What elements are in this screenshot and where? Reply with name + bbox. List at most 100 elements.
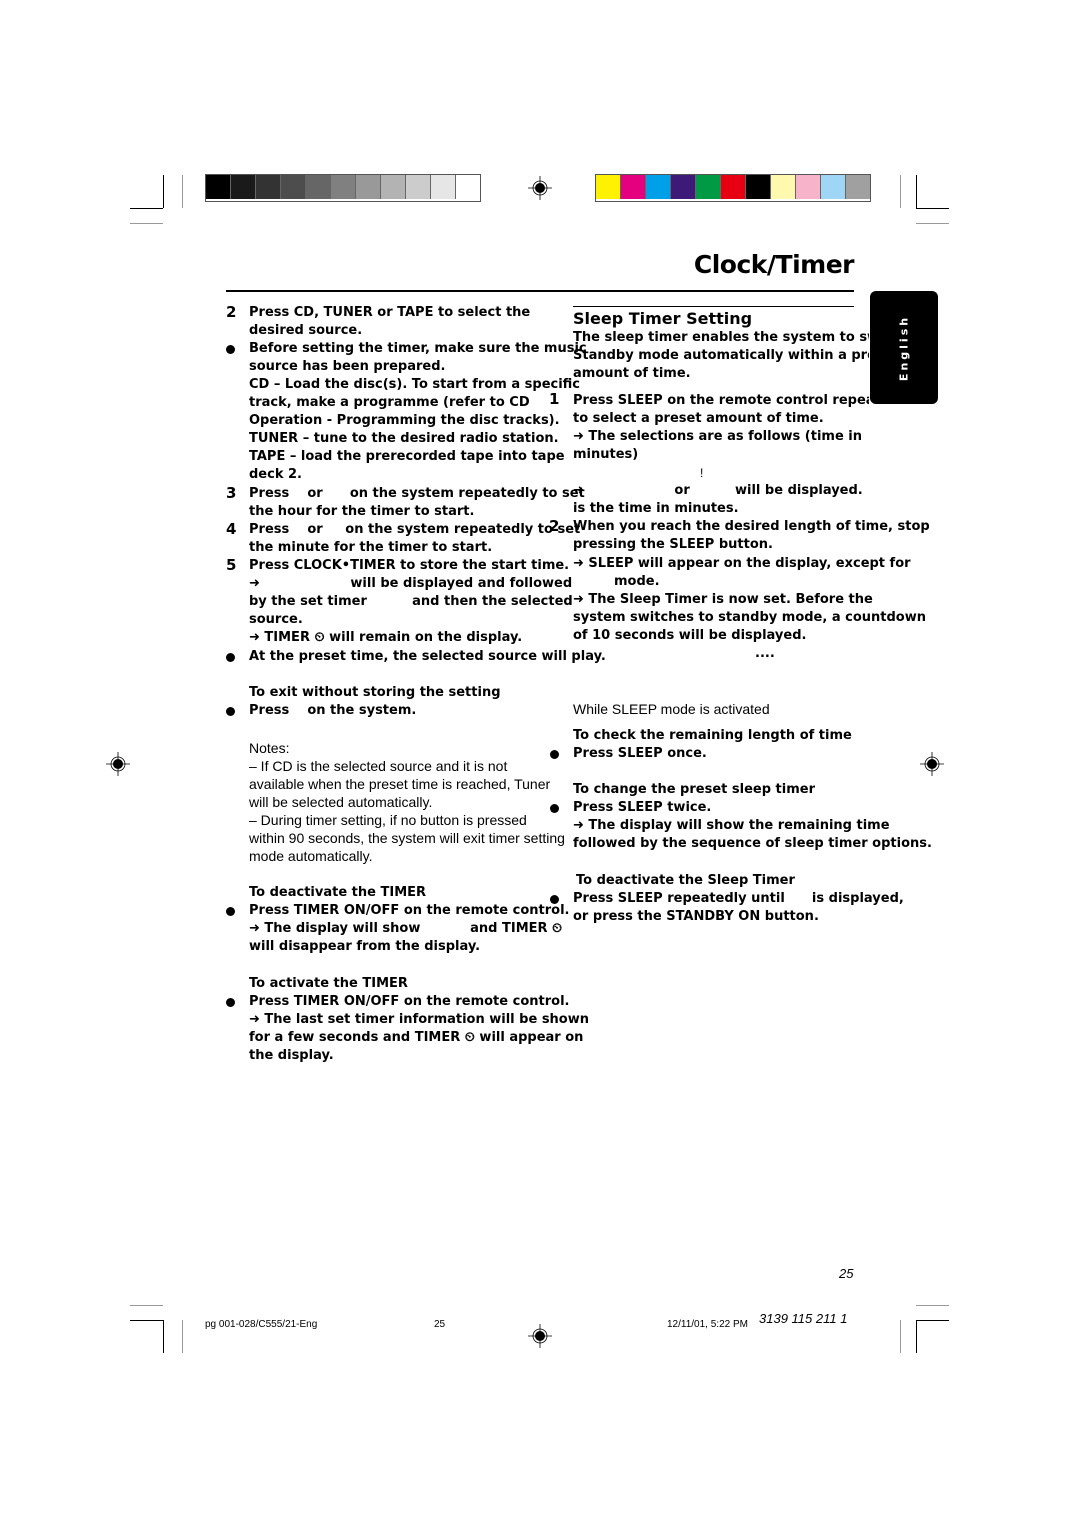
paragraph-line: followed by the sequence of sleep timer … xyxy=(573,836,932,851)
notes-heading: Notes: xyxy=(249,740,290,756)
calibration-swatch xyxy=(646,175,671,199)
note-line: – During timer setting, if no button is … xyxy=(249,812,527,828)
step-number: 1 xyxy=(549,390,560,408)
bullet xyxy=(226,907,235,916)
step-text: ! xyxy=(700,466,704,480)
step-number: 2 xyxy=(549,517,560,535)
calibration-swatch xyxy=(821,175,846,199)
calibration-swatch xyxy=(381,175,406,199)
paragraph-line: TAPE – load the prerecorded tape into ta… xyxy=(249,449,565,464)
subheading: To activate the TIMER xyxy=(249,976,408,991)
registration-mark-icon xyxy=(106,752,130,776)
paragraph-line: At the preset time, the selected source … xyxy=(249,649,606,664)
crop-mark xyxy=(130,223,163,224)
note-line: within 90 seconds, the system will exit … xyxy=(249,830,565,846)
step-text: ➜ SLEEP will appear on the display, exce… xyxy=(573,556,911,571)
step-text: source. xyxy=(249,612,303,627)
crop-mark xyxy=(130,1305,163,1306)
subheading: To check the remaining length of time xyxy=(573,728,852,743)
paragraph-line: or press the STANDBY ON button. xyxy=(573,909,819,924)
note-line: mode automatically. xyxy=(249,848,373,864)
bullet xyxy=(550,895,559,904)
footer-page: 25 xyxy=(434,1319,446,1330)
paragraph-line: track, make a programme (refer to CD xyxy=(249,395,530,410)
crop-mark xyxy=(916,1320,949,1321)
paragraph-line: amount of time. xyxy=(573,366,691,381)
step-number: 3 xyxy=(226,484,237,502)
calibration-swatch xyxy=(671,175,696,199)
paragraph-line: Press SLEEP once. xyxy=(573,746,707,761)
bullet xyxy=(226,653,235,662)
calibration-swatch xyxy=(696,175,721,199)
step-text: of 10 seconds will be displayed. xyxy=(573,628,807,643)
bullet xyxy=(550,750,559,759)
calibration-swatch xyxy=(431,175,456,199)
step-text: to select a preset amount of time. xyxy=(573,411,824,426)
paragraph-line: ➜ The display will show and TIMER ⏲ xyxy=(249,921,563,936)
step-text: ➜ TIMER ⏲ will remain on the display. xyxy=(249,630,523,645)
step-text: by the set timer and then the selected xyxy=(249,594,573,609)
registration-mark-icon xyxy=(528,176,552,200)
calibration-swatch xyxy=(281,175,306,199)
step-text: pressing the SLEEP button. xyxy=(573,537,773,552)
step-text: Press CD, TUNER or TAPE to select the xyxy=(249,305,531,320)
paragraph-line: Press SLEEP repeatedly until is displaye… xyxy=(573,891,904,906)
subheading: To deactivate the TIMER xyxy=(249,885,427,900)
calibration-swatch xyxy=(846,175,870,199)
step-text: is the time in minutes. xyxy=(573,501,739,516)
section-rule xyxy=(573,306,854,307)
title-rule xyxy=(226,290,854,292)
crop-mark xyxy=(130,1320,163,1321)
calibration-swatch xyxy=(746,175,771,199)
paragraph-line: for a few seconds and TIMER ⏲ will appea… xyxy=(249,1030,584,1045)
step-text: Press or on the system repeatedly to set xyxy=(249,486,585,501)
page-number: 25 xyxy=(839,1266,854,1281)
crop-mark xyxy=(163,175,164,208)
step-text: system switches to standby mode, a count… xyxy=(573,610,926,625)
calibration-swatch xyxy=(256,175,281,199)
bullet xyxy=(226,345,235,354)
step-text: ➜ will be displayed and followed xyxy=(249,576,573,591)
step-text: ➜ or will be displayed. xyxy=(573,483,863,498)
step-text: the hour for the timer to start. xyxy=(249,504,475,519)
bullet xyxy=(226,707,235,716)
subheading: While SLEEP mode is activated xyxy=(573,701,770,717)
step-text: mode. xyxy=(614,574,660,589)
paragraph-line: Standby mode automatically within a pres… xyxy=(573,348,869,363)
crop-mark xyxy=(916,175,917,208)
calibration-swatch xyxy=(621,175,646,199)
calibration-swatch xyxy=(331,175,356,199)
paragraph-line: TUNER – tune to the desired radio statio… xyxy=(249,431,559,446)
paragraph-line: the display. xyxy=(249,1048,334,1063)
step-number: 5 xyxy=(226,556,237,574)
subheading: To change the preset sleep timer xyxy=(573,782,815,797)
footer-file: pg 001-028/C555/21-Eng xyxy=(205,1319,318,1330)
bullet xyxy=(226,998,235,1007)
crop-mark xyxy=(916,223,949,224)
registration-mark-icon xyxy=(920,752,944,776)
calibration-swatch xyxy=(406,175,431,199)
calibration-swatch xyxy=(306,175,331,199)
crop-mark xyxy=(182,1320,183,1353)
step-text: Press SLEEP on the remote control repeat… xyxy=(573,393,869,408)
step-text: ➜ The Sleep Timer is now set. Before the xyxy=(573,592,873,607)
note-line: – If CD is the selected source and it is… xyxy=(249,758,508,774)
paragraph-line: deck 2. xyxy=(249,467,302,482)
subheading: To deactivate the Sleep Timer xyxy=(576,873,795,888)
paragraph-line: Operation - Programming the disc tracks)… xyxy=(249,413,560,428)
calibration-swatch xyxy=(596,175,621,199)
language-label: English xyxy=(897,314,911,381)
bullet xyxy=(550,804,559,813)
paragraph-line: ➜ The display will show the remaining ti… xyxy=(573,818,890,833)
paragraph-line: ➜ The last set timer information will be… xyxy=(249,1012,590,1027)
paragraph-line: The sleep timer enables the system to sw… xyxy=(573,330,869,345)
footer-code: 3139 115 211 1 xyxy=(759,1311,848,1326)
step-text: Press or on the system repeatedly to set xyxy=(249,522,581,537)
calibration-swatch xyxy=(456,175,480,199)
paragraph-line: Press TIMER ON/OFF on the remote control… xyxy=(249,994,570,1009)
step-number: 4 xyxy=(226,520,237,538)
subheading: To exit without storing the setting xyxy=(249,685,501,700)
step-text: desired source. xyxy=(249,323,363,338)
paragraph-line: Before setting the timer, make sure the … xyxy=(249,341,587,356)
step-number: 2 xyxy=(226,303,237,321)
